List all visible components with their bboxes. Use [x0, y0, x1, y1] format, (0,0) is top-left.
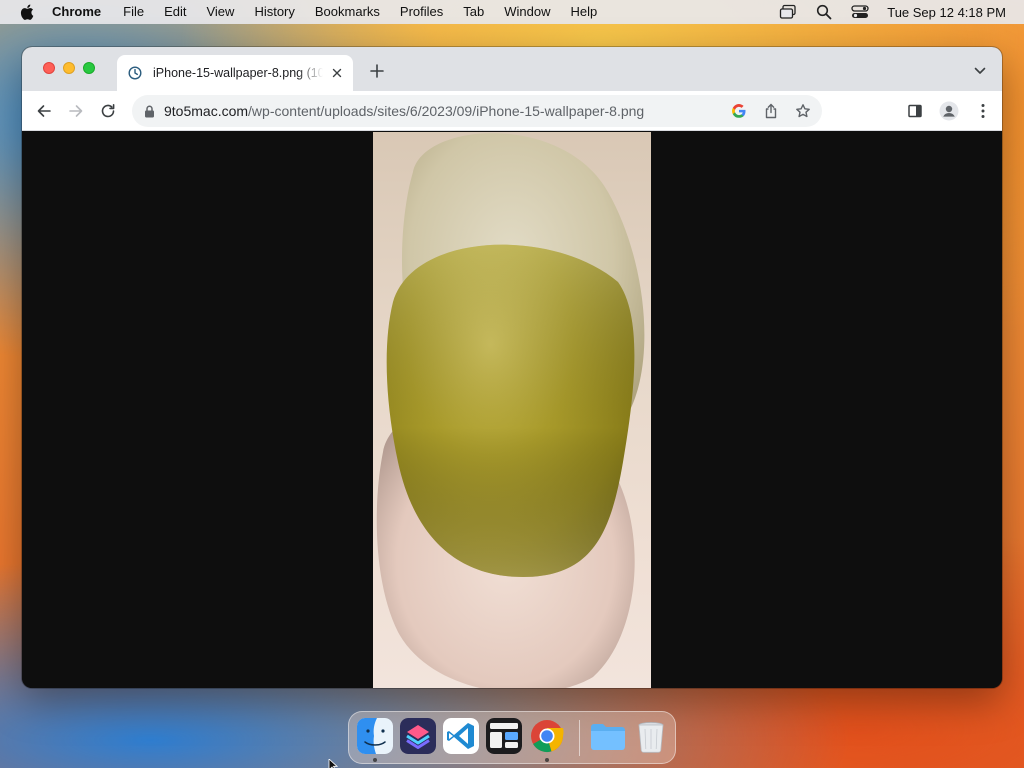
dock-separator [579, 720, 580, 756]
browser-window: iPhone-15-wallpaper-8.png (1080×2340) 9t… [22, 47, 1002, 688]
dock-downloads-folder-icon[interactable] [589, 718, 625, 754]
browser-toolbar: 9to5mac.com/wp-content/uploads/sites/6/2… [22, 91, 1002, 131]
mouse-cursor-icon [328, 759, 338, 768]
dock-mission-control-icon[interactable] [486, 718, 522, 754]
menu-file[interactable]: File [113, 0, 154, 24]
profile-icon[interactable] [939, 101, 959, 121]
menu-bookmarks[interactable]: Bookmarks [305, 0, 390, 24]
omnibox-actions [730, 102, 812, 120]
dock [348, 711, 676, 764]
tab-strip: iPhone-15-wallpaper-8.png (1080×2340) [22, 47, 1002, 91]
chrome-menu-icon[interactable] [973, 101, 993, 121]
dock-vscode-icon[interactable] [443, 718, 479, 754]
tab-title: iPhone-15-wallpaper-8.png (1080×2340) [153, 66, 323, 80]
tab-close-icon[interactable] [329, 65, 345, 81]
spotlight-search-icon[interactable] [815, 3, 833, 21]
dock-chrome-icon[interactable] [529, 718, 565, 754]
finder-running-indicator [373, 758, 377, 762]
window-zoom-button[interactable] [83, 62, 95, 74]
menu-window[interactable]: Window [494, 0, 560, 24]
back-icon[interactable] [34, 101, 54, 121]
window-minimize-button[interactable] [63, 62, 75, 74]
menu-history[interactable]: History [244, 0, 304, 24]
new-tab-icon[interactable] [368, 62, 386, 80]
control-center-icon[interactable] [851, 3, 869, 21]
menu-view[interactable]: View [196, 0, 244, 24]
menu-bar-status-area: Tue Sep 12 4:18 PM [779, 0, 1006, 24]
share-icon[interactable] [762, 102, 780, 120]
tab-search-chevron-down-icon[interactable] [972, 63, 988, 79]
menu-tab[interactable]: Tab [453, 0, 494, 24]
url-path: /wp-content/uploads/sites/6/2023/09/iPho… [248, 103, 645, 119]
apple-menu-icon[interactable] [18, 3, 36, 21]
bookmark-star-icon[interactable] [794, 102, 812, 120]
wallpaper-image[interactable] [373, 132, 651, 688]
menu-bar: Chrome File Edit View History Bookmarks … [0, 0, 1024, 24]
window-close-button[interactable] [43, 62, 55, 74]
dock-shortcuts-icon[interactable] [400, 718, 436, 754]
menu-bar-clock[interactable]: Tue Sep 12 4:18 PM [887, 5, 1006, 20]
side-panel-icon[interactable] [905, 101, 925, 121]
chrome-running-indicator [545, 758, 549, 762]
menu-help[interactable]: Help [561, 0, 608, 24]
browser-tab-active[interactable]: iPhone-15-wallpaper-8.png (1080×2340) [117, 55, 353, 91]
google-lens-icon[interactable] [730, 102, 748, 120]
address-bar[interactable]: 9to5mac.com/wp-content/uploads/sites/6/2… [132, 95, 822, 127]
page-viewport [22, 132, 1002, 688]
dock-finder-icon[interactable] [357, 718, 393, 754]
lock-icon[interactable] [142, 104, 156, 118]
reload-icon[interactable] [98, 101, 118, 121]
forward-icon[interactable] [66, 101, 86, 121]
clock-icon [127, 65, 143, 81]
menu-app-name[interactable]: Chrome [52, 0, 113, 24]
window-controls [43, 62, 95, 74]
url-host: 9to5mac.com [164, 103, 249, 119]
dock-trash-icon[interactable] [633, 718, 669, 754]
screen-mirroring-icon[interactable] [779, 3, 797, 21]
address-url: 9to5mac.com/wp-content/uploads/sites/6/2… [164, 103, 644, 119]
toolbar-right-icons [905, 101, 993, 121]
menu-profiles[interactable]: Profiles [390, 0, 453, 24]
menu-edit[interactable]: Edit [154, 0, 196, 24]
